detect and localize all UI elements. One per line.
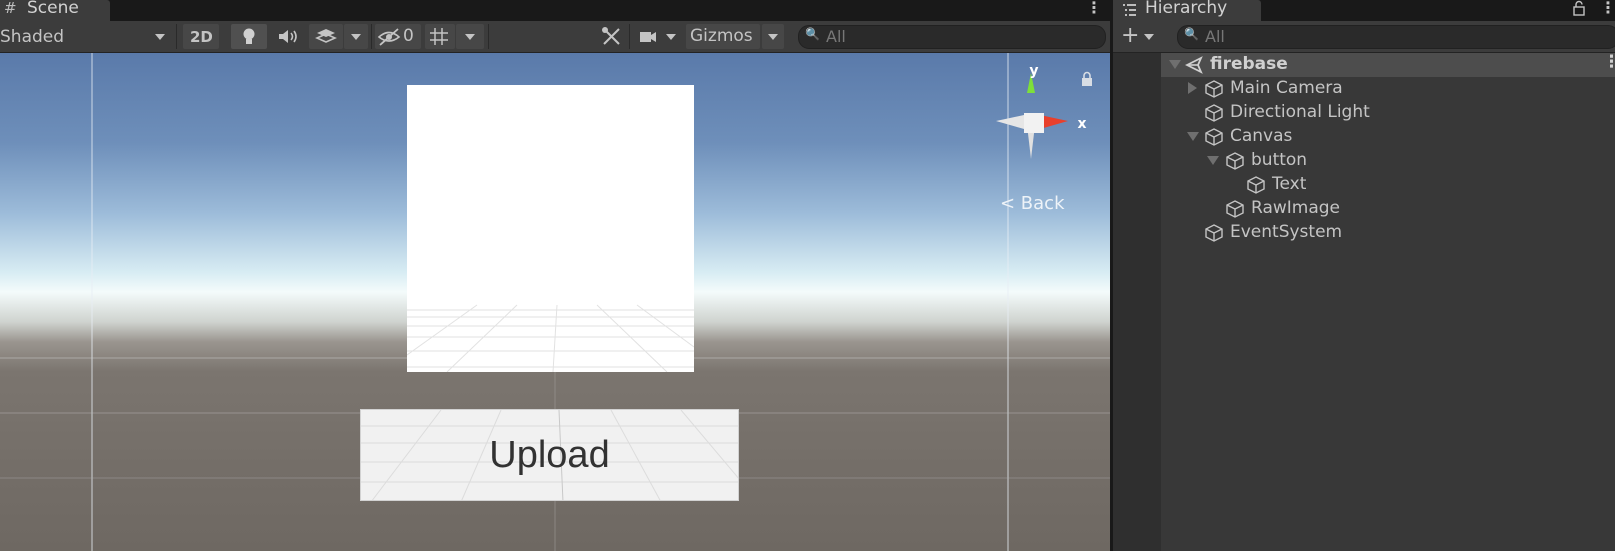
- hierarchy-item-firebase[interactable]: firebase ⋮: [1161, 52, 1615, 77]
- grid-dropdown[interactable]: [456, 24, 484, 49]
- camera-settings-dropdown[interactable]: [634, 24, 682, 49]
- lock-icon[interactable]: [1571, 0, 1587, 16]
- toolbar-divider: [176, 24, 177, 49]
- orientation-gizmo[interactable]: y x: [984, 63, 1094, 173]
- hierarchy-item-button[interactable]: button: [1161, 149, 1615, 173]
- chevron-down-icon: [768, 34, 778, 40]
- scene-effects-toggle[interactable]: [309, 24, 343, 49]
- scene-visibility-toggle[interactable]: 0: [375, 24, 421, 49]
- layers-icon: [315, 29, 337, 43]
- 2d-label: 2D: [190, 28, 213, 46]
- hidden-objects-count: 0: [403, 26, 414, 46]
- gizmos-button[interactable]: Gizmos: [686, 24, 760, 49]
- hierarchy-search-placeholder: All: [1205, 27, 1225, 46]
- search-icon: 🔍: [805, 27, 820, 41]
- hierarchy-tab-label: Hierarchy: [1145, 0, 1228, 18]
- hierarchy-gutter: [1113, 53, 1161, 551]
- hierarchy-item-label: Main Camera: [1230, 78, 1343, 98]
- hierarchy-search-input[interactable]: 🔍 All: [1177, 25, 1615, 49]
- scene-item-menu-icon[interactable]: ⋮: [1603, 52, 1615, 72]
- camera-icon: [640, 32, 656, 42]
- hierarchy-item-label: RawImage: [1251, 198, 1341, 218]
- chevron-down-icon: [155, 34, 165, 40]
- list-icon: [1123, 4, 1136, 16]
- hierarchy-item-directional-light[interactable]: Directional Light: [1161, 101, 1615, 125]
- toolbar-divider: [629, 24, 630, 49]
- scene-more-menu-icon[interactable]: ⋮: [1086, 0, 1102, 17]
- cube-icon: [1226, 152, 1244, 170]
- eye-hidden-icon: [377, 28, 401, 46]
- cube-icon: [1205, 80, 1223, 98]
- gizmo-center-cube[interactable]: [1024, 113, 1044, 133]
- shading-mode-label: Shaded: [0, 27, 65, 47]
- cube-icon: [1205, 128, 1223, 146]
- chevron-down-icon: [666, 34, 676, 40]
- cube-icon: [1226, 200, 1244, 218]
- tools-icon: [602, 27, 620, 45]
- gizmos-label: Gizmos: [690, 26, 753, 46]
- hierarchy-item-label: button: [1251, 150, 1308, 170]
- scene-tab[interactable]: # Scene: [0, 0, 110, 21]
- gizmo-x-label: x: [1077, 116, 1086, 132]
- hierarchy-item-label: EventSystem: [1230, 222, 1343, 242]
- shading-mode-dropdown[interactable]: Shaded: [0, 24, 174, 49]
- gizmo-y-label: y: [1029, 63, 1038, 79]
- cube-icon: [1205, 104, 1223, 122]
- create-object-button[interactable]: +: [1117, 23, 1157, 49]
- unity-scene-icon: [1185, 56, 1203, 74]
- scene-search-input[interactable]: 🔍 All: [798, 25, 1106, 49]
- toolbar-divider: [371, 24, 372, 49]
- hierarchy-tab[interactable]: Hierarchy: [1113, 0, 1261, 21]
- scene-search-placeholder: All: [826, 27, 846, 46]
- raw-image-preview[interactable]: [407, 85, 694, 372]
- upload-button[interactable]: Upload: [360, 409, 739, 501]
- expanded-arrow-icon[interactable]: [1187, 132, 1199, 141]
- expanded-arrow-icon[interactable]: [1169, 60, 1181, 69]
- scene-lighting-toggle[interactable]: [231, 24, 267, 49]
- hierarchy-item-label: firebase: [1210, 54, 1288, 74]
- cube-icon: [1247, 176, 1265, 194]
- speaker-icon: [279, 30, 297, 43]
- upload-button-text: Upload: [489, 434, 610, 476]
- hierarchy-item-main-camera[interactable]: Main Camera: [1161, 77, 1615, 101]
- hierarchy-item-label: Text: [1272, 174, 1307, 194]
- hierarchy-item-label: Canvas: [1230, 126, 1293, 146]
- search-icon: 🔍: [1184, 27, 1199, 41]
- expanded-arrow-icon[interactable]: [1207, 156, 1219, 165]
- grid-icon: [430, 28, 448, 45]
- scene-audio-toggle[interactable]: [271, 24, 305, 49]
- collapsed-arrow-icon[interactable]: [1188, 82, 1197, 94]
- toolbar-divider: [488, 24, 489, 49]
- cube-icon: [1205, 224, 1223, 242]
- grid-toggle-button[interactable]: [425, 24, 455, 49]
- chevron-down-icon: [351, 34, 361, 40]
- scene-toolbar: Shaded 2D 0 Gizmos 🔍 All: [0, 21, 1110, 53]
- chevron-down-icon: [465, 34, 475, 40]
- hierarchy-toolbar: + 🔍 All: [1113, 21, 1615, 53]
- hash-icon: #: [4, 0, 17, 17]
- hierarchy-item-label: Directional Light: [1230, 102, 1370, 122]
- grid-overlay: [407, 304, 694, 372]
- plus-icon: +: [1121, 23, 1140, 48]
- scene-viewport[interactable]: Upload y x < Back: [0, 53, 1110, 551]
- hierarchy-more-menu-icon[interactable]: ⋮: [1600, 0, 1615, 17]
- view-back-label[interactable]: < Back: [1000, 193, 1065, 214]
- hierarchy-item-eventsystem[interactable]: EventSystem: [1161, 221, 1615, 245]
- scene-tab-label: Scene: [27, 0, 79, 18]
- hierarchy-item-rawimage[interactable]: RawImage: [1161, 197, 1615, 221]
- lock-icon[interactable]: [1079, 71, 1095, 87]
- scene-tab-bar: [0, 0, 1110, 21]
- lightbulb-icon: [243, 28, 255, 44]
- hierarchy-item-text[interactable]: Text: [1161, 173, 1615, 197]
- 2d-toggle-button[interactable]: 2D: [183, 24, 219, 49]
- scene-effects-dropdown[interactable]: [344, 24, 368, 49]
- hierarchy-item-canvas[interactable]: Canvas: [1161, 125, 1615, 149]
- gizmos-dropdown[interactable]: [762, 24, 784, 49]
- scene-tools-button[interactable]: [597, 24, 627, 49]
- chevron-down-icon: [1144, 34, 1154, 40]
